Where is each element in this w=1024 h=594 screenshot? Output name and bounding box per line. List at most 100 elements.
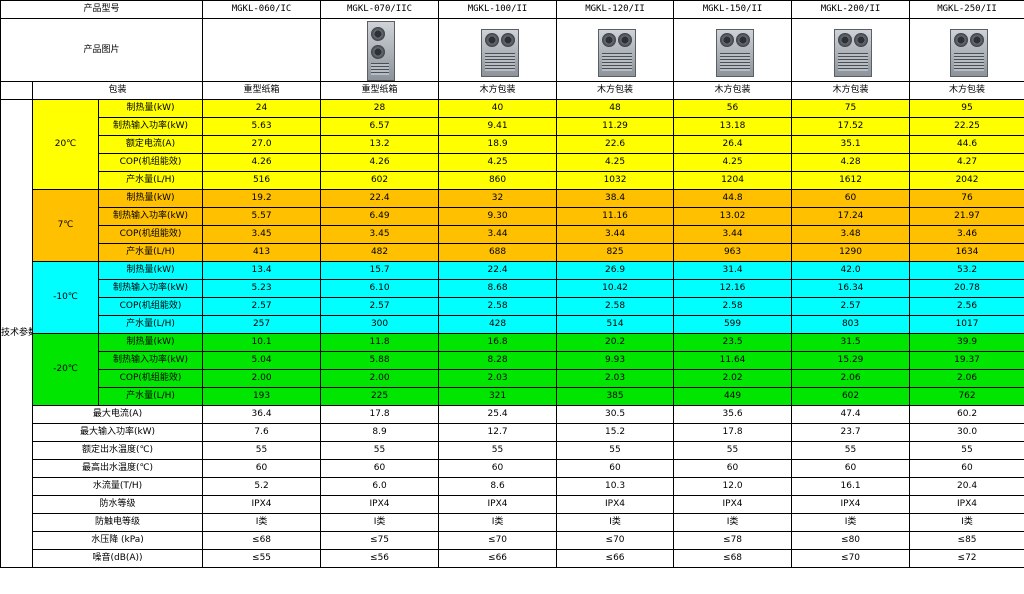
param-value: ≤70: [791, 549, 911, 568]
param-value: 60: [673, 459, 793, 478]
param-value: 10.42: [556, 279, 675, 298]
box-unit-image: [475, 23, 521, 77]
param-value: IPX4: [673, 495, 793, 514]
param-value: 15.7: [320, 261, 440, 280]
param-label: 最大输入功率(kW): [31, 423, 204, 442]
product-image-cell: [438, 18, 558, 82]
param-value: 1634: [909, 243, 1024, 262]
param-value: 9.93: [556, 351, 675, 370]
param-value: 6.10: [320, 279, 440, 298]
param-value: ≤68: [673, 549, 793, 568]
param-value: ≤66: [556, 549, 675, 568]
param-value: 44.8: [673, 189, 793, 208]
param-value: 16.34: [791, 279, 911, 298]
param-value: 3.44: [438, 225, 558, 244]
product-image-cell: [202, 18, 322, 82]
param-label: 制热输入功率(kW): [97, 117, 204, 136]
product-image-cell: [673, 18, 793, 82]
package-label: 包装: [31, 81, 204, 100]
param-value: 514: [556, 315, 675, 334]
package-row: 包装 重型纸箱 重型纸箱 木方包装 木方包装 木方包装 木方包装 木方包装: [0, 81, 1024, 100]
param-value: 35.6: [673, 405, 793, 424]
param-value: IPX4: [791, 495, 911, 514]
param-value: 4.25: [673, 153, 793, 172]
param-value: 1204: [673, 171, 793, 190]
param-value: 24: [202, 99, 322, 118]
param-value: 60: [202, 459, 322, 478]
param-value: ≤70: [556, 531, 675, 550]
param-row: 最高出水温度(℃) 60 60 60 60 60 60 60: [1, 459, 1024, 478]
param-value: 321: [438, 387, 558, 406]
param-value: I类: [791, 513, 911, 532]
param-row: -10℃ 制热量(kW) 13.4 15.7 22.4 26.9 31.4 42.0 53.2: [1, 261, 1024, 334]
param-value: 3.48: [791, 225, 911, 244]
param-value: 6.49: [320, 207, 440, 226]
param-label: 制热量(kW): [97, 189, 204, 208]
image-row: 产品图片: [0, 18, 1024, 82]
model-cell: MGKL-120/II: [556, 0, 675, 19]
param-row: 防水等级 IPX4 IPX4 IPX4 IPX4 IPX4 IPX4 IPX4: [1, 495, 1024, 514]
param-value: 11.16: [556, 207, 675, 226]
param-value: 516: [202, 171, 322, 190]
param-value: 55: [556, 441, 675, 460]
param-value: 21.97: [909, 207, 1024, 226]
param-value: I类: [673, 513, 793, 532]
param-label: 额定出水温度(℃): [31, 441, 204, 460]
param-value: 300: [320, 315, 440, 334]
param-value: 9.30: [438, 207, 558, 226]
param-value: 449: [673, 387, 793, 406]
param-value: 48: [556, 99, 675, 118]
param-value: ≤55: [202, 549, 322, 568]
model-cell: MGKL-250/II: [909, 0, 1024, 19]
param-value: 3.44: [556, 225, 675, 244]
param-value: 55: [320, 441, 440, 460]
param-value: IPX4: [320, 495, 440, 514]
param-row: COP(机组能效) 3.45 3.45 3.44 3.44 3.44 3.48 3.46: [1, 225, 1024, 244]
box-unit-image: [944, 23, 990, 77]
package-cell: 重型纸箱: [202, 81, 322, 100]
param-value: 22.25: [909, 117, 1024, 136]
param-value: 963: [673, 243, 793, 262]
param-value: 2.57: [202, 297, 322, 316]
param-value: 4.25: [438, 153, 558, 172]
param-value: 76: [909, 189, 1024, 208]
tall-unit-image: [363, 20, 397, 81]
param-row: 产水量(L/H) 257 300 428 514 599 803 1017: [1, 315, 1024, 334]
param-value: 2.56: [909, 297, 1024, 316]
param-row: 水压降 (kPa) ≤68 ≤75 ≤70 ≤70 ≤78 ≤80 ≤85: [1, 531, 1024, 550]
box-unit-image: [592, 23, 638, 77]
model-cell: MGKL-100/II: [438, 0, 558, 19]
model-label: 产品型号: [0, 0, 204, 19]
tech-params-label: 技术参数: [0, 99, 33, 568]
param-value: 20.78: [909, 279, 1024, 298]
param-value: 17.24: [791, 207, 911, 226]
param-value: 16.1: [791, 477, 911, 496]
param-value: 13.18: [673, 117, 793, 136]
param-row: 制热输入功率(kW) 5.23 6.10 8.68 10.42 12.16 16.34 20.…: [1, 279, 1024, 298]
param-value: 4.26: [320, 153, 440, 172]
param-value: IPX4: [909, 495, 1024, 514]
param-row: 产水量(L/H) 413 482 688 825 963 1290 1634: [1, 243, 1024, 262]
param-value: 225: [320, 387, 440, 406]
param-value: 23.7: [791, 423, 911, 442]
param-value: ≤56: [320, 549, 440, 568]
param-row: 产水量(L/H) 193 225 321 385 449 602 762: [1, 387, 1024, 406]
param-label: 噪音(dB(A)): [31, 549, 204, 568]
param-value: 55: [438, 441, 558, 460]
param-value: 602: [320, 171, 440, 190]
param-value: 4.27: [909, 153, 1024, 172]
param-value: 60: [791, 459, 911, 478]
param-value: 2.57: [320, 297, 440, 316]
product-image-cell: [909, 18, 1024, 82]
param-value: 2.58: [556, 297, 675, 316]
param-value: 13.2: [320, 135, 440, 154]
param-value: 6.57: [320, 117, 440, 136]
param-value: 39.9: [909, 333, 1024, 352]
param-value: 17.52: [791, 117, 911, 136]
param-value: 5.88: [320, 351, 440, 370]
param-value: 385: [556, 387, 675, 406]
param-value: 17.8: [320, 405, 440, 424]
param-value: 3.45: [202, 225, 322, 244]
param-value: 60.2: [909, 405, 1024, 424]
param-value: 40: [438, 99, 558, 118]
